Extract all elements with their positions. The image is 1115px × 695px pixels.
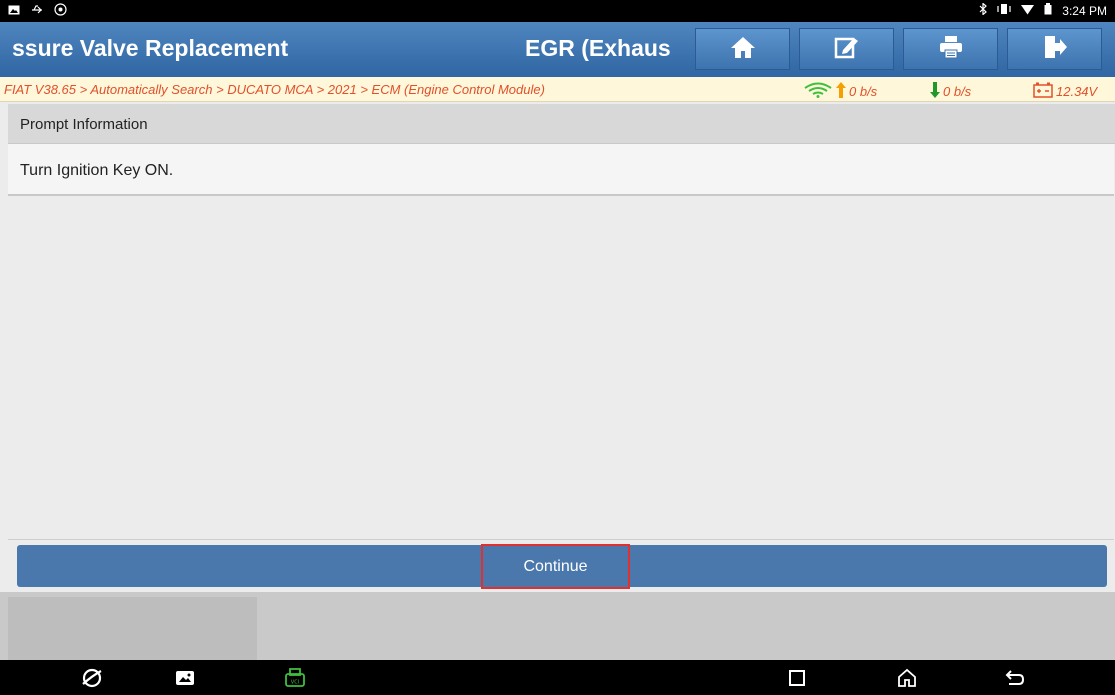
usb-icon	[30, 4, 44, 19]
clock: 3:24 PM	[1062, 3, 1107, 18]
signal-icon	[803, 82, 833, 101]
breadcrumb: FIAT V38.65 > Automatically Search > DUC…	[4, 82, 545, 97]
exit-button[interactable]	[1007, 28, 1102, 70]
home-nav-icon[interactable]	[896, 667, 918, 689]
prompt-header: Prompt Information	[8, 104, 1115, 144]
browser-icon[interactable]	[81, 667, 103, 689]
bluetooth-icon	[979, 2, 988, 18]
download-rate: 0 b/s	[930, 82, 971, 101]
prompt-header-label: Prompt Information	[20, 116, 148, 133]
upload-arrow-icon	[836, 82, 846, 101]
status-bar: 3:24 PM	[0, 0, 1115, 22]
upload-value: 0 b/s	[849, 84, 878, 99]
svg-text:VCI: VCI	[291, 680, 299, 686]
prompt-message-text: Turn Ignition Key ON.	[20, 162, 174, 179]
content-area	[8, 196, 1114, 540]
title-bar: ssure Valve Replacement EGR (Exhaus	[0, 22, 1115, 77]
recents-icon[interactable]	[786, 667, 808, 689]
wifi-icon	[1021, 4, 1035, 18]
battery-voltage: 12.34V	[1033, 82, 1097, 101]
print-button[interactable]	[903, 28, 998, 70]
gallery-icon[interactable]	[174, 667, 196, 689]
vibrate-icon	[997, 3, 1011, 18]
breadcrumb-bar: FIAT V38.65 > Automatically Search > DUC…	[0, 77, 1115, 102]
edit-button[interactable]	[799, 28, 894, 70]
home-icon	[730, 35, 756, 64]
battery-icon	[1044, 3, 1052, 18]
back-icon[interactable]	[1004, 667, 1026, 689]
gallery-status-icon	[8, 4, 20, 19]
navigation-bar: VCI	[0, 660, 1115, 695]
download-arrow-icon	[930, 82, 940, 101]
upload-rate: 0 b/s	[803, 82, 877, 101]
prompt-message: Turn Ignition Key ON.	[8, 144, 1114, 196]
edit-icon	[834, 35, 860, 64]
bottom-left-panel	[8, 597, 257, 660]
car-battery-icon	[1033, 82, 1053, 101]
settings-status-icon	[54, 3, 67, 19]
voltage-value: 12.34V	[1056, 84, 1098, 99]
print-icon	[938, 35, 964, 64]
page-title: ssure Valve Replacement	[12, 35, 289, 61]
exit-icon	[1042, 35, 1068, 64]
vci-icon[interactable]: VCI	[284, 667, 306, 689]
function-title: EGR (Exhaus	[525, 35, 671, 61]
home-button[interactable]	[695, 28, 790, 70]
continue-button-label[interactable]: Continue	[481, 544, 630, 589]
download-value: 0 b/s	[943, 84, 972, 99]
